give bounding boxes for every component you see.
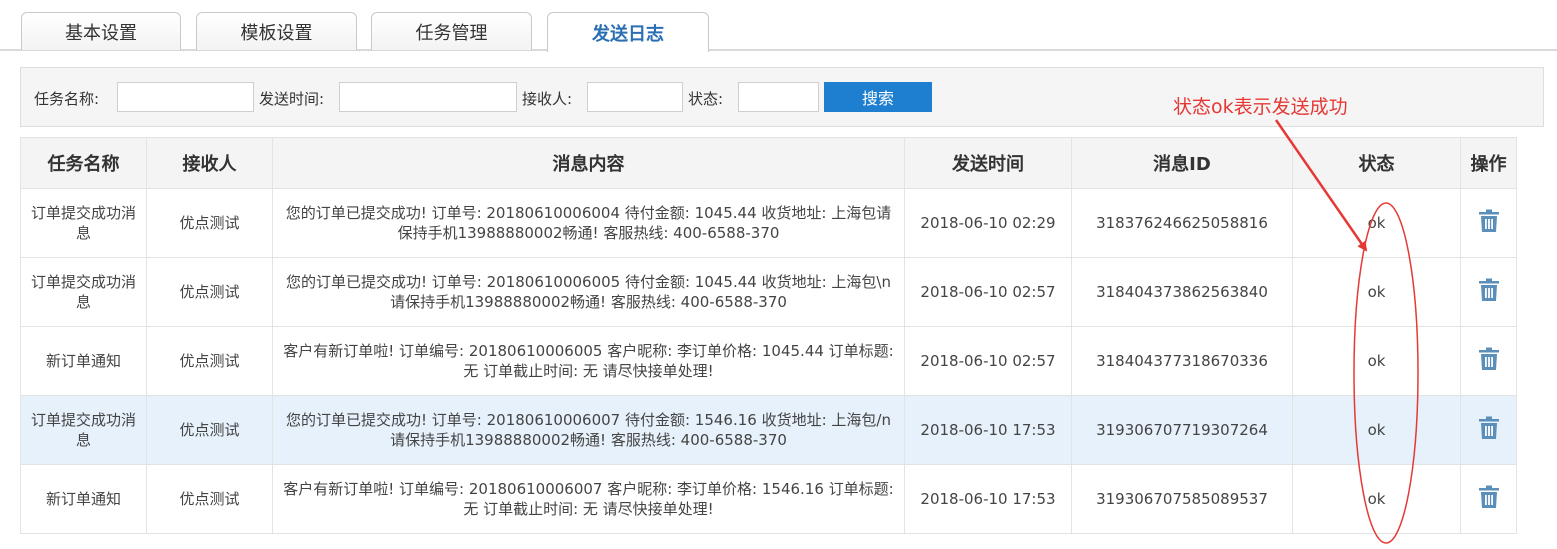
cell-action bbox=[1460, 188, 1517, 258]
send-time-label: 发送时间: bbox=[259, 90, 325, 108]
cell-status: ok bbox=[1292, 257, 1461, 327]
tab-template-settings[interactable]: 模板设置 bbox=[196, 12, 357, 50]
cell-message: 您的订单已提交成功! 订单号: 20180610006005 待付金额: 104… bbox=[272, 257, 905, 327]
cell-task-name: 订单提交成功消息 bbox=[20, 188, 147, 258]
table-row: 订单提交成功消息 优点测试 您的订单已提交成功! 订单号: 201806100060… bbox=[20, 257, 1517, 327]
cell-send-time: 2018-06-10 02:57 bbox=[904, 257, 1072, 327]
cell-message-id: 319306707585089537 bbox=[1071, 464, 1293, 534]
header-message-id: 消息ID bbox=[1071, 137, 1293, 189]
status-label: 状态: bbox=[688, 90, 724, 108]
table-row: 新订单通知 优点测试 客户有新订单啦! 订单编号: 20180610006007 客… bbox=[20, 464, 1517, 534]
tab-basic-settings[interactable]: 基本设置 bbox=[21, 12, 181, 50]
trash-icon[interactable] bbox=[1478, 485, 1500, 509]
cell-task-name: 新订单通知 bbox=[20, 326, 147, 396]
task-name-label: 任务名称: bbox=[34, 90, 100, 108]
cell-send-time: 2018-06-10 02:57 bbox=[904, 326, 1072, 396]
cell-action bbox=[1460, 326, 1517, 396]
table-row: 订单提交成功消息 优点测试 您的订单已提交成功! 订单号: 201806100060… bbox=[20, 395, 1517, 465]
header-send-time: 发送时间 bbox=[904, 137, 1072, 189]
cell-message-id: 318376246625058816 bbox=[1071, 188, 1293, 258]
header-action: 操作 bbox=[1460, 137, 1517, 189]
table-header-row: 任务名称 接收人 消息内容 发送时间 消息ID 状态 操作 bbox=[20, 137, 1517, 189]
cell-task-name: 订单提交成功消息 bbox=[20, 395, 147, 465]
receiver-input[interactable] bbox=[587, 82, 683, 112]
cell-receiver: 优点测试 bbox=[146, 326, 273, 396]
cell-action bbox=[1460, 257, 1517, 327]
trash-icon[interactable] bbox=[1478, 416, 1500, 440]
send-time-input[interactable] bbox=[339, 82, 517, 112]
tab-send-log[interactable]: 发送日志 bbox=[547, 12, 709, 52]
cell-message: 您的订单已提交成功! 订单号: 20180610006007 待付金额: 154… bbox=[272, 395, 905, 465]
cell-action bbox=[1460, 395, 1517, 465]
cell-receiver: 优点测试 bbox=[146, 395, 273, 465]
cell-task-name: 新订单通知 bbox=[20, 464, 147, 534]
cell-message-id: 318404373862563840 bbox=[1071, 257, 1293, 327]
search-button[interactable]: 搜索 bbox=[824, 82, 932, 112]
cell-send-time: 2018-06-10 17:53 bbox=[904, 395, 1072, 465]
cell-status: ok bbox=[1292, 395, 1461, 465]
cell-status: ok bbox=[1292, 326, 1461, 396]
cell-task-name: 订单提交成功消息 bbox=[20, 257, 147, 327]
cell-receiver: 优点测试 bbox=[146, 464, 273, 534]
trash-icon[interactable] bbox=[1478, 278, 1500, 302]
cell-send-time: 2018-06-10 02:29 bbox=[904, 188, 1072, 258]
header-receiver: 接收人 bbox=[146, 137, 273, 189]
status-input[interactable] bbox=[738, 82, 819, 112]
tab-task-management[interactable]: 任务管理 bbox=[371, 12, 532, 50]
cell-message: 客户有新订单啦! 订单编号: 20180610006007 客户昵称: 李订单价… bbox=[272, 464, 905, 534]
cell-message: 客户有新订单啦! 订单编号: 20180610006005 客户昵称: 李订单价… bbox=[272, 326, 905, 396]
trash-icon[interactable] bbox=[1478, 347, 1500, 371]
table-row: 订单提交成功消息 优点测试 您的订单已提交成功! 订单号: 201806100060… bbox=[20, 188, 1517, 258]
cell-message: 您的订单已提交成功! 订单号: 20180610006004 待付金额: 104… bbox=[272, 188, 905, 258]
receiver-label: 接收人: bbox=[522, 90, 573, 108]
header-status: 状态 bbox=[1292, 137, 1461, 189]
cell-message-id: 319306707719307264 bbox=[1071, 395, 1293, 465]
cell-receiver: 优点测试 bbox=[146, 188, 273, 258]
task-name-input[interactable] bbox=[117, 82, 254, 112]
cell-message-id: 318404377318670336 bbox=[1071, 326, 1293, 396]
send-log-table: 任务名称 接收人 消息内容 发送时间 消息ID 状态 操作 订单提交成功消息 优点… bbox=[20, 137, 1517, 534]
cell-action bbox=[1460, 464, 1517, 534]
header-task-name: 任务名称 bbox=[20, 137, 147, 189]
table-row: 新订单通知 优点测试 客户有新订单啦! 订单编号: 20180610006005 客… bbox=[20, 326, 1517, 396]
cell-status: ok bbox=[1292, 188, 1461, 258]
cell-send-time: 2018-06-10 17:53 bbox=[904, 464, 1072, 534]
header-message: 消息内容 bbox=[272, 137, 905, 189]
cell-status: ok bbox=[1292, 464, 1461, 534]
trash-icon[interactable] bbox=[1478, 209, 1500, 233]
tab-bar: 基本设置 模板设置 任务管理 发送日志 bbox=[0, 0, 1557, 52]
cell-receiver: 优点测试 bbox=[146, 257, 273, 327]
annotation-text: 状态ok表示发送成功 bbox=[1173, 96, 1348, 118]
